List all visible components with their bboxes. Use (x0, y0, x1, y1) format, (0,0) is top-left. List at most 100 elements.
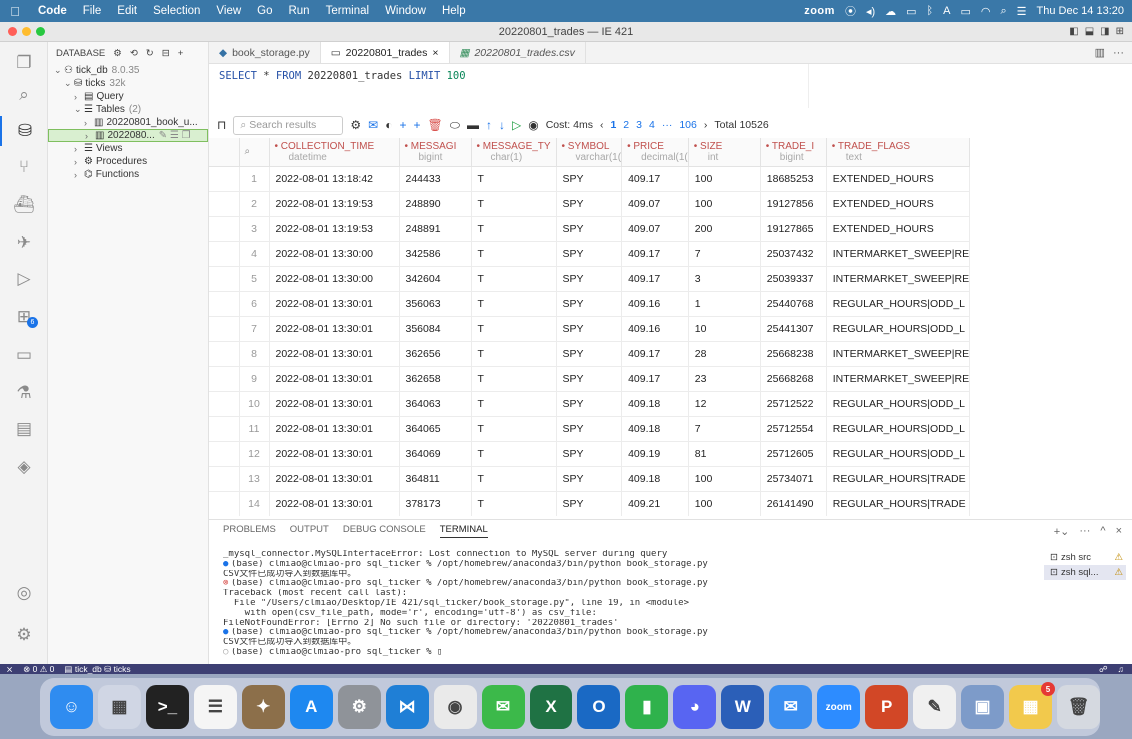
display-icon[interactable]: ▭ (906, 5, 916, 18)
table-cell[interactable]: 409.17 (621, 366, 689, 392)
table-row[interactable]: 8 2022-08-01 13:30:01 362656 T SPY 409.17 28 25… (209, 341, 971, 367)
table-cell[interactable]: SPY (556, 216, 623, 242)
dock-notes-game[interactable]: ✦ (241, 685, 285, 729)
table-cell[interactable]: 2022-08-01 13:30:00 (269, 266, 400, 292)
column-header-trade-i[interactable]: • TRADE_I bigint (760, 138, 827, 167)
table-cell[interactable]: 342604 (399, 266, 472, 292)
dock-terminal[interactable]: >_ (145, 685, 189, 729)
row-actions-icons[interactable]: ✎ ☰ ❐ (159, 130, 191, 141)
notifications-icon[interactable]: ♫ (1118, 664, 1124, 675)
row-select-cell[interactable] (209, 441, 240, 467)
toggle-secondary-sidebar-icon[interactable]: ◨ (1100, 26, 1109, 37)
table-cell[interactable]: REGULAR_HOURS|TRADE (826, 466, 971, 492)
dock-discord[interactable]: ◕ (673, 685, 717, 729)
table-cell[interactable]: 200 (688, 216, 761, 242)
dock-launchpad[interactable]: ▦ (97, 685, 141, 729)
menu-go[interactable]: Go (249, 5, 280, 17)
table-cell[interactable]: 3 (688, 266, 761, 292)
menu-edit[interactable]: Edit (109, 5, 145, 17)
panel-tab-terminal[interactable]: TERMINAL (439, 524, 488, 538)
menu-terminal[interactable]: Terminal (318, 5, 377, 17)
battery-icon[interactable]: ▭ (960, 5, 970, 18)
refresh-icon[interactable]: ↻ (146, 48, 154, 59)
spotlight-icon[interactable]: ⌕ (1001, 5, 1007, 18)
table-cell[interactable]: T (471, 391, 557, 417)
column-header-messagi[interactable]: • MESSAGI bigint (399, 138, 472, 167)
dock-outlook[interactable]: O (577, 685, 621, 729)
add-column-icon[interactable]: + (413, 118, 420, 132)
dock-word[interactable]: W (721, 685, 765, 729)
column-header-symbol[interactable]: • SYMBOL varchar(1( (556, 138, 623, 167)
table-cell[interactable]: 19127865 (760, 216, 827, 242)
dock-finder[interactable]: ☺ (50, 685, 93, 729)
row-select-cell[interactable] (209, 341, 240, 367)
sort-desc-icon[interactable]: ↓ (499, 118, 505, 132)
table-cell[interactable]: 244433 (399, 166, 472, 192)
page-link-4[interactable]: 4 (649, 119, 655, 131)
table-row[interactable]: 2 2022-08-01 13:19:53 248890 T SPY 409.07 100 1… (209, 191, 971, 217)
table-row[interactable]: 14 2022-08-01 13:30:01 378173 T SPY 409.21 100… (209, 491, 971, 516)
table-row[interactable]: 7 2022-08-01 13:30:01 356084 T SPY 409.16 10 25… (209, 316, 971, 342)
history-icon[interactable]: ⟲ (130, 48, 138, 59)
page-link-5[interactable]: ··· (662, 119, 673, 131)
dock-system-settings[interactable]: ⚙ (337, 685, 381, 729)
tree-item-tables[interactable]: ⌄ ☰ Tables (2) (48, 103, 208, 116)
table-cell[interactable]: T (471, 466, 557, 492)
table-cell[interactable]: 364063 (399, 391, 472, 417)
menu-help[interactable]: Help (434, 5, 474, 17)
table-cell[interactable]: SPY (556, 391, 623, 417)
table-cell[interactable]: 25712605 (760, 441, 827, 467)
table-cell[interactable]: T (471, 441, 557, 467)
tree-item-ticks[interactable]: ⌄ ⛁ ticks 32k (48, 77, 208, 90)
table-cell[interactable]: 1 (688, 291, 761, 317)
table-cell[interactable]: 364811 (399, 466, 472, 492)
table-cell[interactable]: 25668238 (760, 341, 827, 367)
terminal-instance[interactable]: ⊡ zsh src ⚠ (1044, 550, 1126, 565)
table-cell[interactable]: T (471, 416, 557, 442)
table-cell[interactable]: SPY (556, 341, 623, 367)
table-cell[interactable]: 356084 (399, 316, 472, 342)
table-cell[interactable]: REGULAR_HOURS|ODD_L (826, 291, 971, 317)
dock-numbers[interactable]: ▮ (625, 685, 669, 729)
tree-item-2022080-[interactable]: › ▥ 2022080... ✎ ☰ ❐ (48, 129, 208, 142)
dock-trash[interactable]: 🗑 (1057, 685, 1100, 729)
table-cell[interactable]: 100 (688, 466, 761, 492)
dock-powerpoint[interactable]: P (865, 685, 909, 729)
table-cell[interactable]: 7 (688, 241, 761, 267)
row-select-cell[interactable] (209, 316, 240, 342)
dock-chrome[interactable]: ◉ (433, 685, 477, 729)
table-row[interactable]: 12 2022-08-01 13:30:01 364069 T SPY 409.19 81 2… (209, 441, 971, 467)
table-cell[interactable]: SPY (556, 241, 623, 267)
table-cell[interactable]: REGULAR_HOURS|ODD_L (826, 441, 971, 467)
menu-file[interactable]: File (75, 5, 110, 17)
table-cell[interactable]: 342586 (399, 241, 472, 267)
row-select-cell[interactable] (209, 216, 240, 242)
table-cell[interactable]: 100 (688, 166, 761, 192)
table-cell[interactable]: 81 (688, 441, 761, 467)
table-cell[interactable]: 378173 (399, 491, 472, 516)
page-link-1[interactable]: 1 (610, 119, 616, 131)
table-cell[interactable]: 362656 (399, 341, 472, 367)
table-cell[interactable]: 2022-08-01 13:18:42 (269, 166, 400, 192)
zoom-status-icon[interactable]: zoom (804, 5, 835, 17)
table-row[interactable]: 13 2022-08-01 13:30:01 364811 T SPY 409.18 100… (209, 466, 971, 492)
table-cell[interactable]: SPY (556, 191, 623, 217)
wifi-icon[interactable]: ◠ (981, 5, 991, 18)
table-cell[interactable]: T (471, 266, 557, 292)
table-cell[interactable]: 409.18 (621, 416, 689, 442)
maximize-panel-icon[interactable]: ^ (1100, 525, 1105, 538)
row-select-cell[interactable] (209, 491, 240, 516)
settings-gear-icon[interactable]: ⚙ (350, 118, 361, 132)
table-cell[interactable]: 364065 (399, 416, 472, 442)
dock-app-store[interactable]: A (289, 685, 333, 729)
close-panel-icon[interactable]: × (1116, 525, 1122, 538)
close-window-button[interactable] (8, 27, 17, 36)
table-cell[interactable]: 409.18 (621, 391, 689, 417)
table-row[interactable]: 11 2022-08-01 13:30:01 364065 T SPY 409.18 7 25… (209, 416, 971, 442)
tree-item-procedures[interactable]: › ⚙ Procedures (48, 155, 208, 168)
row-select-cell[interactable] (209, 366, 240, 392)
dock-excel[interactable]: X (529, 685, 573, 729)
dock-preview[interactable]: ▣ (961, 685, 1005, 729)
table-cell[interactable]: T (471, 291, 557, 317)
table-cell[interactable]: T (471, 166, 557, 192)
